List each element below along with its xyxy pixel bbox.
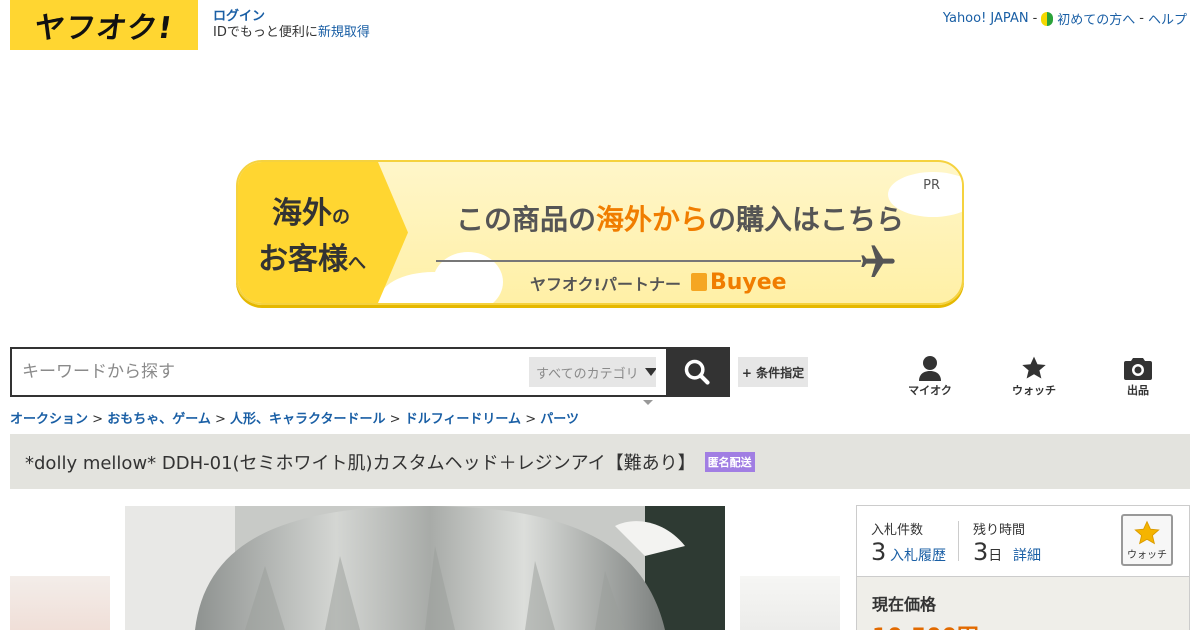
breadcrumb: オークション > おもちゃ、ゲーム > 人形、キャラクタードール > ドルフィー… [10,408,579,427]
beginner-link[interactable]: 初めての方へ [1057,9,1135,28]
banner-left-line2: お客様へ [258,242,366,277]
watch-nav-label: ウォッチ [1012,384,1056,397]
prev-image-thumbnail[interactable] [10,576,110,630]
shopping-bag-icon [690,273,707,291]
flight-line [436,260,861,262]
item-title-bar: *dolly mellow* DDH-01(セミホワイト肌)カスタムヘッド＋レジ… [10,434,1190,489]
search-input[interactable] [12,349,529,395]
breadcrumb-sep: > [214,412,226,427]
bids-count: 3 [871,538,887,566]
chevron-down-icon [643,400,653,405]
search-bar: すべてのカテゴリ [10,347,730,397]
current-price: 10,500円 [872,619,979,630]
sell-label: 出品 [1127,384,1149,397]
logo-text: ヤフオク! [32,11,176,46]
banner-headline: この商品の海外からの購入はこちら [456,203,905,236]
beginner-mark-icon [1041,11,1054,26]
auction-info-box: 入札件数 3 入札履歴 残り時間 3日 詳細 ウォッチ 現在価格 10,500円 [856,505,1190,630]
yahoo-japan-link[interactable]: Yahoo! JAPAN [943,11,1029,26]
banner-left-panel: 海外の お客様へ [238,162,408,303]
anonymous-shipping-badge: 匿名配送 [704,451,755,472]
watch-nav-button[interactable]: ウォッチ [1004,355,1064,398]
watch-button[interactable]: ウォッチ [1121,514,1173,566]
buyee-banner[interactable]: 海外の お客様へ この商品の海外からの購入はこちら PR ヤフオク!パートナー … [236,160,964,305]
airplane-icon [858,242,898,288]
breadcrumb-item[interactable]: おもちゃ、ゲーム [107,412,211,427]
doll-photo-image [125,506,725,630]
camera-icon [1108,355,1168,381]
banner-pr: PR [923,178,940,193]
breadcrumb-sep: > [525,412,537,427]
current-price-label: 現在価格 [872,595,937,614]
separator: - [1139,11,1144,26]
breadcrumb-sep: > [389,412,401,427]
buyee-logo: Buyee [690,270,787,295]
login-link[interactable]: ログイン [213,9,370,25]
time-detail-link[interactable]: 詳細 [1013,545,1041,565]
breadcrumb-item[interactable]: 人形、キャラクタードール [230,412,385,427]
time-left-label: 残り時間 [973,523,1026,538]
sell-button[interactable]: 出品 [1108,355,1168,398]
separator: - [1032,11,1038,26]
breadcrumb-item[interactable]: ドルフィードリーム [405,412,521,427]
category-select-label: すべてのカテゴリ [536,366,639,382]
breadcrumb-item[interactable]: オークション [10,412,88,427]
login-sub: IDでもっと便利に新規取得 [213,25,370,41]
banner-highlight: 海外から [596,203,709,236]
divider [958,521,959,561]
time-left-unit: 日 [988,548,1003,564]
myauc-label: マイオク [908,384,952,397]
search-button[interactable] [666,349,728,395]
item-title: *dolly mellow* DDH-01(セミホワイト肌)カスタムヘッド＋レジ… [25,452,696,474]
dropdown-arrow-icon [644,368,656,376]
breadcrumb-sep: > [92,412,104,427]
main-item-image[interactable] [125,506,725,630]
search-icon [684,359,710,385]
watch-button-label: ウォッチ [1127,549,1167,561]
banner-left-line1: 海外の [272,196,350,231]
yafuoku-logo[interactable]: ヤフオク! [10,0,198,50]
auction-stats: 入札件数 3 入札履歴 残り時間 3日 詳細 ウォッチ [857,506,1189,576]
user-icon [900,355,960,381]
breadcrumb-item[interactable]: パーツ [540,412,579,427]
banner-partner: ヤフオク!パートナー Buyee [530,270,787,295]
condition-button[interactable]: + 条件指定 [738,357,808,387]
register-link[interactable]: 新規取得 [318,25,370,40]
next-image-thumbnail[interactable] [740,576,840,630]
time-left-value: 3日 [973,538,1003,566]
login-sub-text: IDでもっと便利に [213,25,318,40]
star-icon [1004,355,1064,381]
partner-label: ヤフオク!パートナー [530,274,681,294]
bids-label: 入札件数 [871,523,924,538]
top-links: Yahoo! JAPAN - 初めての方へ - ヘルプ [943,9,1187,28]
star-icon [1134,520,1160,544]
myauc-button[interactable]: マイオク [900,355,960,398]
login-area: ログイン IDでもっと便利に新規取得 [213,9,370,41]
category-select[interactable]: すべてのカテゴリ [529,357,656,387]
price-area: 現在価格 10,500円 [857,576,1189,630]
bid-history-link[interactable]: 入札履歴 [890,545,946,565]
help-link[interactable]: ヘルプ [1148,9,1187,28]
